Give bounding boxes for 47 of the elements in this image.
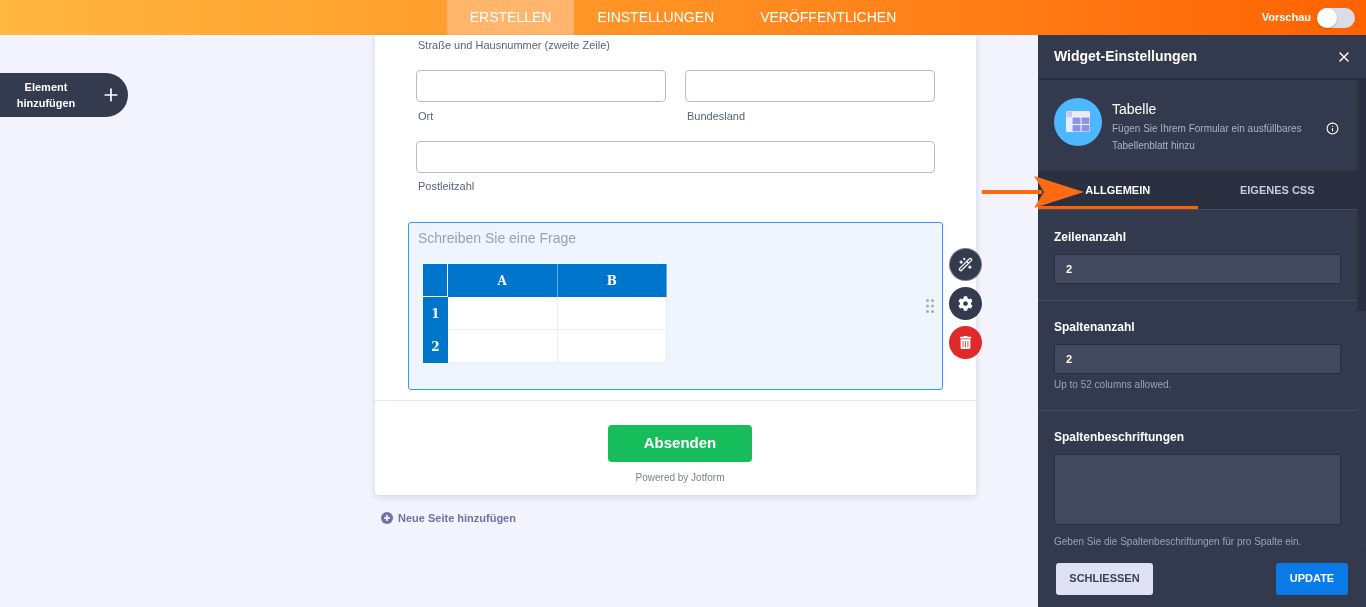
column-header: A <box>448 264 558 297</box>
preview-toggle[interactable] <box>1317 7 1355 28</box>
text-input[interactable] <box>416 141 935 173</box>
field-label: Ort <box>417 109 435 123</box>
widget-name: Tabelle <box>1112 100 1157 118</box>
number-input[interactable]: 2 <box>1054 344 1341 374</box>
panel-title: Widget-Einstellungen <box>1054 47 1197 66</box>
hint-text: Geben Sie die Spaltenbeschriftungen für pro Spalte ein. <box>1054 536 1302 548</box>
text-input[interactable] <box>416 70 666 102</box>
settings-icon <box>958 296 973 311</box>
close-button[interactable]: SCHLIESSEN <box>1056 562 1153 595</box>
row-header: 2 <box>423 330 448 363</box>
settings-button[interactable] <box>949 287 982 320</box>
field-label: Straße und Hausnummer (zweite Zeile) <box>417 38 611 52</box>
setting-label: Zeilenanzahl <box>1054 230 1127 244</box>
nav-tab[interactable]: VERÖFFENTLICHEN <box>737 0 920 35</box>
arrow-icon <box>982 176 1084 208</box>
question-placeholder[interactable]: Schreiben Sie eine Frage <box>418 229 576 247</box>
number-input[interactable]: 2 <box>1054 254 1341 284</box>
plus-circle-icon <box>381 512 393 525</box>
setting-label: Spaltenanzahl <box>1054 320 1135 334</box>
text-input[interactable] <box>685 70 935 102</box>
hint-text: Up to 52 columns allowed. <box>1054 379 1172 391</box>
powered-by-text: Powered by Jotform <box>635 472 725 484</box>
scrollbar-thumb[interactable] <box>1357 80 1366 311</box>
add-page-link[interactable]: Neue Seite hinzufügen <box>375 510 516 527</box>
settings-tab[interactable]: ALLGEMEIN <box>1085 181 1151 199</box>
magic-wand-icon <box>958 257 973 272</box>
delete-button[interactable] <box>949 326 982 359</box>
info-icon[interactable] <box>1326 122 1339 135</box>
add-element-button[interactable]: Element hinzufügen <box>0 73 128 117</box>
submit-button[interactable]: Absenden <box>608 425 752 462</box>
field-label: Postleitzahl <box>417 179 476 193</box>
update-button[interactable]: UPDATE <box>1276 562 1348 595</box>
settings-tab[interactable]: EIGENES CSS <box>1239 181 1315 199</box>
widget-description: Fügen Sie Ihrem Formular ein ausfüllbares Tabellenblatt hinzu <box>1112 122 1303 153</box>
preview-label: Vorschau <box>1261 10 1311 26</box>
row-header: 1 <box>423 297 448 330</box>
column-header: B <box>557 264 667 297</box>
table-icon <box>1054 98 1102 146</box>
textarea-input[interactable] <box>1054 454 1341 525</box>
trash-icon <box>959 336 972 349</box>
drag-handle-icon[interactable] <box>926 299 934 313</box>
magic-wand-button[interactable] <box>949 248 982 281</box>
field-label: Bundesland <box>686 109 747 123</box>
setting-label: Spaltenbeschriftungen <box>1054 430 1184 444</box>
table-corner-cell <box>423 264 448 297</box>
